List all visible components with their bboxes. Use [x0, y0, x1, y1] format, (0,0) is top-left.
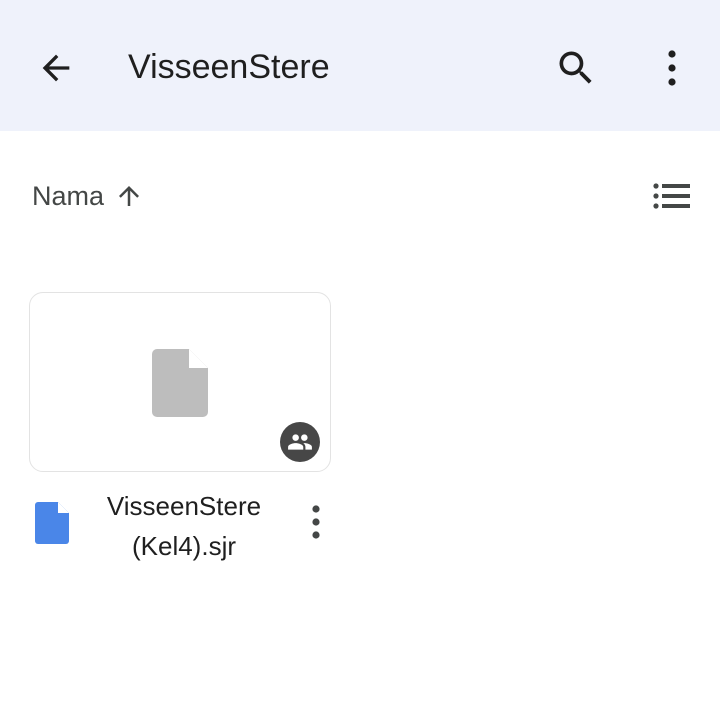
file-card[interactable] — [29, 292, 331, 472]
file-name-line-2: (Kel4).sjr — [131, 531, 236, 561]
file-thumbnail-icon — [152, 349, 208, 417]
more-options-icon[interactable] — [656, 46, 688, 90]
search-icon[interactable] — [554, 46, 598, 90]
file-icon — [35, 502, 69, 544]
sort-label: Nama — [32, 180, 105, 211]
file-more-options-icon[interactable] — [300, 502, 332, 542]
folder-title: VisseenStere — [128, 48, 330, 86]
top-app-bar: VisseenStere — [0, 0, 720, 131]
file-name-line-1: VisseenStere — [106, 491, 262, 521]
list-view-icon[interactable] — [650, 178, 694, 214]
file-name[interactable]: VisseenStere (Kel4).sjr — [84, 486, 284, 566]
arrow-up-icon — [114, 181, 144, 211]
shared-people-icon — [280, 422, 320, 462]
back-arrow-icon[interactable] — [36, 48, 76, 88]
sort-by-name-button[interactable]: Nama — [32, 176, 144, 216]
